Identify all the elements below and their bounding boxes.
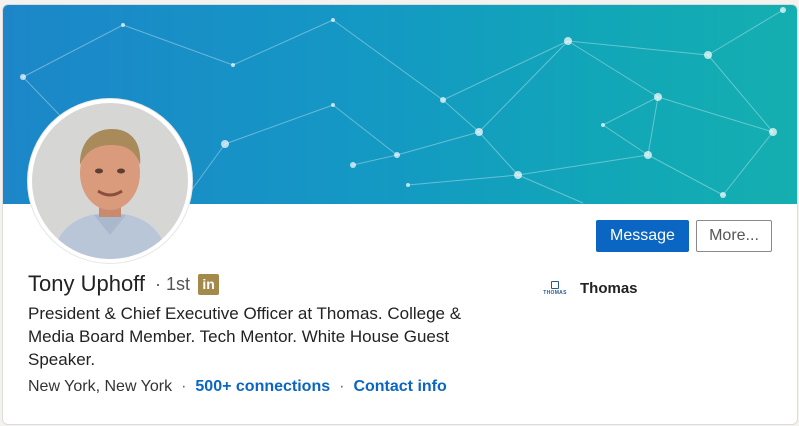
company-logo: THOMAS [540, 273, 570, 303]
company-name: Thomas [580, 279, 638, 297]
profile-location: New York, New York [28, 378, 173, 395]
linkedin-badge-icon: in [198, 273, 220, 295]
connections-link[interactable]: 500+ connections [195, 378, 330, 396]
degree-separator: · [155, 273, 162, 294]
avatar[interactable] [28, 99, 192, 263]
contact-info-link[interactable]: Contact info [353, 378, 446, 396]
profile-card: Message More... Tony Uphoff · 1st in Pre… [2, 4, 798, 425]
more-button[interactable]: More... [696, 220, 772, 252]
profile-headline: President & Chief Executive Officer at T… [28, 304, 462, 369]
profile-name: Tony Uphoff [28, 271, 146, 296]
name-row: Tony Uphoff · 1st in [28, 271, 220, 297]
degree-label: 1st [166, 273, 191, 294]
company-logo-text: THOMAS [543, 289, 567, 296]
profile-meta: New York, New York · 500+ connections · … [28, 378, 447, 396]
company-logo-icon [551, 280, 559, 289]
meta-separator: · [181, 378, 187, 395]
message-button[interactable]: Message [596, 220, 689, 252]
current-company[interactable]: THOMAS Thomas [540, 273, 638, 303]
connection-degree: · 1st [155, 274, 190, 295]
meta-separator: · [339, 378, 345, 395]
profile-photo [32, 103, 188, 259]
